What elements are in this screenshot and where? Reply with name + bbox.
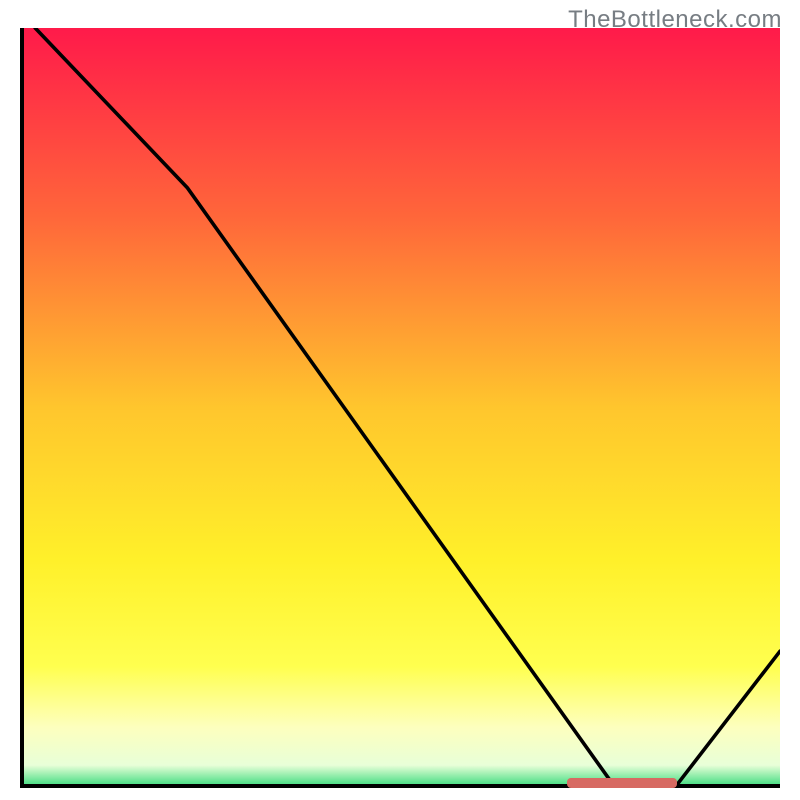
x-axis (20, 784, 780, 788)
gradient-background (20, 28, 780, 788)
y-axis (20, 28, 24, 788)
plot-svg (20, 28, 780, 788)
plot-area (20, 28, 780, 788)
chart-stage: TheBottleneck.com (0, 0, 800, 800)
